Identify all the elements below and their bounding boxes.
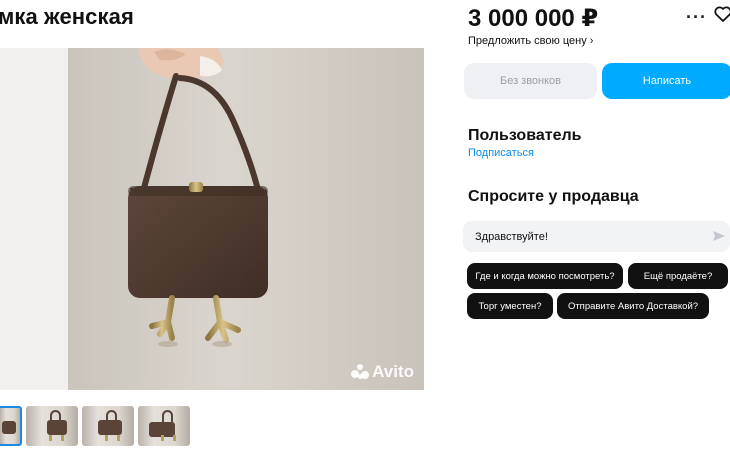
send-icon[interactable] (712, 230, 726, 245)
write-button[interactable]: Написать (602, 63, 730, 99)
watermark-text: Avito (372, 362, 414, 381)
thumbnail-2[interactable] (26, 406, 78, 446)
message-text: Здравствуйте! (475, 230, 548, 243)
thumbnail-4[interactable] (138, 406, 190, 446)
avito-logo-icon (351, 364, 370, 380)
quick-question-chip[interactable]: Ещё продаёте? (628, 263, 728, 289)
price: 3 000 000 ₽ (468, 5, 599, 32)
thumbnail-1[interactable] (0, 406, 22, 446)
photo-gallery[interactable]: Avito (0, 48, 424, 390)
ask-seller-title: Спросите у продавца (468, 188, 639, 205)
offer-price-link[interactable]: Предложить свою цену › (468, 35, 593, 47)
seller-name[interactable]: Пользователь (468, 127, 581, 145)
message-input[interactable]: Здравствуйте! (463, 221, 730, 252)
no-calls-button[interactable]: Без звонков (464, 63, 597, 99)
bag-photo-illustration (68, 48, 424, 390)
more-icon[interactable]: ··· (686, 8, 707, 26)
main-photo[interactable]: Avito (68, 48, 424, 390)
thumbnail-3[interactable] (82, 406, 134, 446)
listing-title: мка женская (0, 4, 134, 29)
heart-icon[interactable] (714, 6, 730, 27)
subscribe-link[interactable]: Подписаться (468, 147, 534, 159)
avito-watermark: Avito (351, 362, 414, 382)
thumbnail-strip (0, 406, 190, 446)
quick-question-chip[interactable]: Отправите Авито Доставкой? (557, 293, 709, 319)
quick-question-chip[interactable]: Торг уместен? (467, 293, 553, 319)
listing-page: мка женская Avito 3 000 000 ₽ ··· Предло… (0, 0, 730, 460)
quick-question-chip[interactable]: Где и когда можно посмотреть? (467, 263, 623, 289)
